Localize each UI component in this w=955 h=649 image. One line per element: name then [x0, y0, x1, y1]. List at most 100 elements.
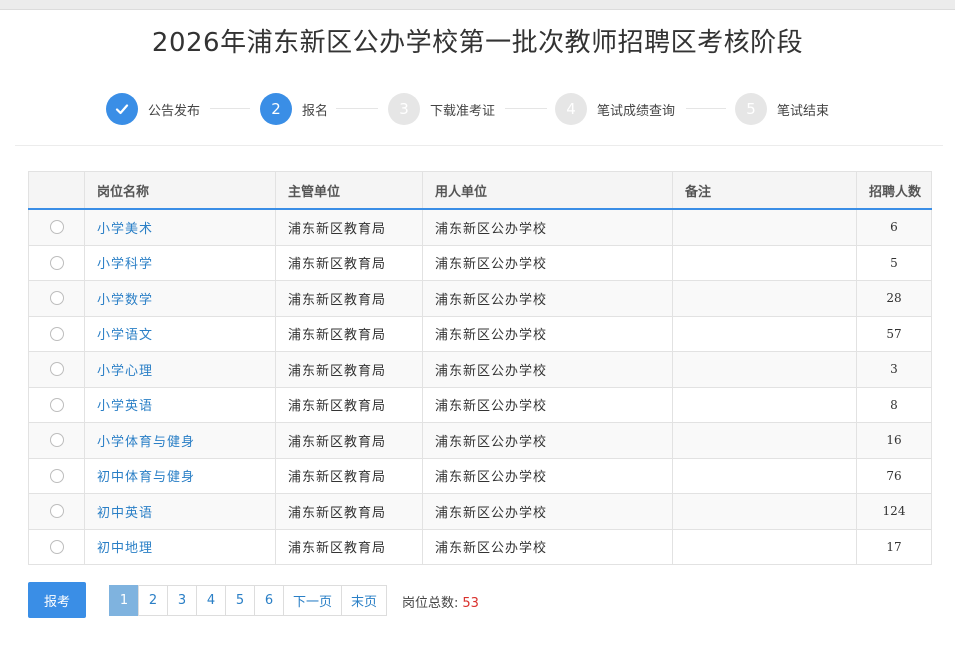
table-row[interactable]: 小学体育与健身 浦东新区教育局 浦东新区公办学校 16 [28, 422, 932, 459]
total-label: 岗位总数: [402, 596, 459, 611]
radio-button[interactable] [49, 433, 64, 448]
row-select[interactable] [28, 528, 85, 565]
total-positions: 岗位总数: 53 [402, 592, 479, 611]
cell-authority: 浦东新区教育局 [275, 244, 423, 281]
radio-button[interactable] [49, 291, 64, 306]
table-row[interactable]: 小学心理 浦东新区教育局 浦东新区公办学校 3 [28, 351, 932, 388]
position-link[interactable]: 初中地理 [97, 541, 153, 556]
cell-position[interactable]: 小学数学 [84, 280, 276, 317]
row-select[interactable] [28, 315, 85, 352]
table-row[interactable]: 小学数学 浦东新区教育局 浦东新区公办学校 28 [28, 280, 932, 317]
cell-employer: 浦东新区公办学校 [422, 493, 673, 530]
row-select[interactable] [28, 422, 85, 459]
step-registration: 2 报名 [260, 92, 328, 126]
step-number: 4 [555, 93, 587, 125]
radio-button[interactable] [49, 539, 64, 554]
step-number: 5 [735, 93, 767, 125]
cell-count: 28 [856, 280, 932, 317]
table-row[interactable]: 初中体育与健身 浦东新区教育局 浦东新区公办学校 76 [28, 457, 932, 494]
row-select[interactable] [28, 493, 85, 530]
row-select[interactable] [28, 457, 85, 494]
cell-note [672, 493, 857, 530]
radio-button[interactable] [49, 468, 64, 483]
position-link[interactable]: 小学英语 [97, 399, 153, 414]
cell-position[interactable]: 小学美术 [84, 208, 276, 246]
step-connector [210, 108, 250, 109]
cell-position[interactable]: 小学心理 [84, 351, 276, 388]
cell-employer: 浦东新区公办学校 [422, 351, 673, 388]
cell-position[interactable]: 初中英语 [84, 493, 276, 530]
next-page-link[interactable]: 下一页 [283, 585, 343, 616]
table-row[interactable]: 初中地理 浦东新区教育局 浦东新区公办学校 17 [28, 528, 932, 565]
cell-position[interactable]: 初中地理 [84, 528, 276, 565]
cell-count: 3 [856, 351, 932, 388]
step-score-query: 4 笔试成绩查询 [555, 92, 675, 126]
last-page-link[interactable]: 末页 [341, 585, 388, 616]
cell-count: 17 [856, 528, 932, 565]
header-position: 岗位名称 [84, 171, 276, 210]
row-select[interactable] [28, 386, 85, 423]
step-label: 笔试结束 [777, 103, 830, 119]
cell-employer: 浦东新区公办学校 [422, 280, 673, 317]
page-2[interactable]: 2 [138, 585, 168, 616]
header-select [28, 171, 85, 210]
cell-employer: 浦东新区公办学校 [422, 244, 673, 281]
step-connector [336, 108, 378, 109]
position-link[interactable]: 小学科学 [97, 257, 153, 272]
cell-position[interactable]: 小学科学 [84, 244, 276, 281]
position-link[interactable]: 小学语文 [97, 328, 153, 343]
page-3[interactable]: 3 [167, 585, 197, 616]
cell-count: 57 [856, 315, 932, 352]
row-select[interactable] [28, 208, 85, 246]
row-select[interactable] [28, 244, 85, 281]
page-5[interactable]: 5 [225, 585, 255, 616]
cell-authority: 浦东新区教育局 [275, 280, 423, 317]
position-link[interactable]: 初中英语 [97, 506, 153, 521]
table-row[interactable]: 小学美术 浦东新区教育局 浦东新区公办学校 6 [28, 208, 932, 246]
position-link[interactable]: 小学体育与健身 [97, 435, 195, 450]
position-link[interactable]: 小学心理 [97, 364, 153, 379]
table-row[interactable]: 小学科学 浦东新区教育局 浦东新区公办学校 5 [28, 244, 932, 281]
apply-button[interactable]: 报考 [28, 582, 86, 618]
table-row[interactable]: 初中英语 浦东新区教育局 浦东新区公办学校 124 [28, 493, 932, 530]
page-4[interactable]: 4 [196, 585, 226, 616]
table-row[interactable]: 小学语文 浦东新区教育局 浦东新区公办学校 57 [28, 315, 932, 352]
page-6[interactable]: 6 [254, 585, 284, 616]
cell-authority: 浦东新区教育局 [275, 493, 423, 530]
row-select[interactable] [28, 351, 85, 388]
cell-authority: 浦东新区教育局 [275, 457, 423, 494]
cell-count: 6 [856, 208, 932, 246]
cell-note [672, 280, 857, 317]
cell-employer: 浦东新区公办学校 [422, 422, 673, 459]
cell-note [672, 457, 857, 494]
cell-position[interactable]: 小学英语 [84, 386, 276, 423]
top-bar [0, 0, 955, 10]
step-label: 公告发布 [148, 103, 201, 119]
positions-table: 岗位名称 主管单位 用人单位 备注 招聘人数 小学美术 浦东新区教育局 浦东新区公办… [28, 171, 932, 565]
cell-note [672, 351, 857, 388]
cell-position[interactable]: 小学体育与健身 [84, 422, 276, 459]
page-1[interactable]: 1 [109, 585, 139, 616]
radio-button[interactable] [49, 326, 64, 341]
total-value: 53 [462, 596, 479, 611]
radio-button[interactable] [49, 504, 64, 519]
radio-button[interactable] [49, 362, 64, 377]
step-announcement: 公告发布 [106, 92, 200, 126]
position-link[interactable]: 初中体育与健身 [97, 470, 195, 485]
table-row[interactable]: 小学英语 浦东新区教育局 浦东新区公办学校 8 [28, 386, 932, 423]
cell-position[interactable]: 初中体育与健身 [84, 457, 276, 494]
divider [15, 145, 943, 146]
cell-authority: 浦东新区教育局 [275, 315, 423, 352]
cell-authority: 浦东新区教育局 [275, 528, 423, 565]
position-link[interactable]: 小学数学 [97, 293, 153, 308]
table-body: 小学美术 浦东新区教育局 浦东新区公办学校 6 小学科学 浦东新区教育局 浦东新区公办学校 5… [28, 208, 932, 565]
radio-button[interactable] [49, 255, 64, 270]
radio-button[interactable] [49, 220, 64, 235]
radio-button[interactable] [49, 397, 64, 412]
cell-employer: 浦东新区公办学校 [422, 208, 673, 246]
position-link[interactable]: 小学美术 [97, 222, 153, 237]
table-header-row: 岗位名称 主管单位 用人单位 备注 招聘人数 [28, 171, 932, 210]
cell-position[interactable]: 小学语文 [84, 315, 276, 352]
cell-note [672, 315, 857, 352]
row-select[interactable] [28, 280, 85, 317]
